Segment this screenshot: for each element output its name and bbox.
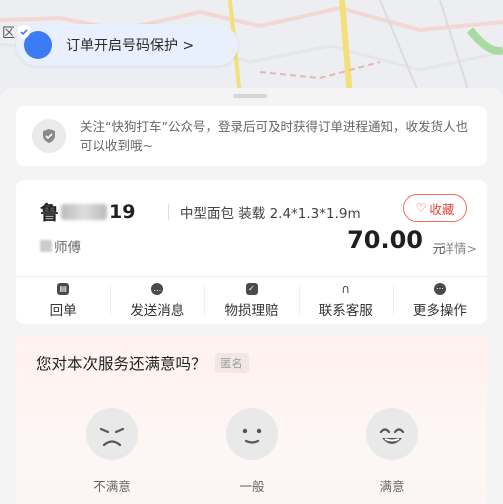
- survey-question: 您对本次服务还满意吗？ 匿名: [36, 352, 249, 374]
- driver-surname-redacted: [40, 240, 52, 252]
- action-more[interactable]: ⋯ 更多操作: [392, 277, 487, 324]
- neutral-face-icon[interactable]: [226, 408, 278, 460]
- action-send-message[interactable]: … 发送消息: [110, 277, 204, 324]
- action-label: 更多操作: [412, 302, 467, 319]
- divider: [168, 204, 169, 220]
- action-receipt[interactable]: ▤ 回单: [16, 277, 110, 324]
- collect-button[interactable]: ♡ 收藏: [403, 194, 467, 222]
- collect-label: 收藏: [429, 201, 455, 217]
- headset-icon: ∩: [341, 281, 351, 296]
- action-label: 回单: [49, 302, 77, 319]
- option-satisfied-label: 满意: [379, 479, 405, 494]
- order-card: 鲁 19 中型面包 装载 2.4*1.3*1.9m ♡ 收藏 师傅 70.00 …: [16, 180, 487, 324]
- order-sheet: 关注“快狗打车”公众号，登录后可及时获得订单进程通知，收发货人也可以收到哦~ 鲁…: [0, 88, 503, 504]
- shield-check-icon: [18, 25, 52, 59]
- follow-notice-card[interactable]: 关注“快狗打车”公众号，登录后可及时获得订单进程通知，收发货人也可以收到哦~: [16, 106, 487, 166]
- plate-suffix: 19: [109, 200, 136, 223]
- survey-question-text: 您对本次服务还满意吗？: [36, 355, 207, 373]
- receipt-icon: ▤: [57, 282, 70, 295]
- price-amount: 70.00: [347, 226, 423, 254]
- number-protection-text: 订单开启号码保护 >: [66, 38, 195, 54]
- notice-text: 关注“快狗打车”公众号，登录后可及时获得订单进程通知，收发货人也可以收到哦~: [80, 119, 468, 153]
- license-plate: 鲁 19: [40, 198, 135, 225]
- vehicle-info: 中型面包 装载 2.4*1.3*1.9m: [180, 206, 361, 222]
- action-customer-service[interactable]: ∩ 联系客服: [298, 277, 393, 324]
- action-label: 联系客服: [318, 302, 373, 319]
- driver-title: 师傅: [54, 240, 81, 256]
- action-damage-claim[interactable]: ✓ 物损理赔: [204, 277, 298, 324]
- satisfaction-survey: 您对本次服务还满意吗？ 匿名 不满意 一般 满意: [16, 336, 487, 504]
- plate-redacted: [61, 203, 108, 220]
- driver-name: 师傅: [40, 236, 81, 256]
- angry-face-icon[interactable]: [86, 408, 138, 460]
- action-label: 发送消息: [130, 302, 185, 319]
- action-bar: ▤ 回单 … 发送消息 ✓ 物损理赔 ∩ 联系客服 ⋯ 更多操作: [16, 277, 487, 324]
- price-detail-link[interactable]: 详情>: [442, 238, 477, 257]
- action-label: 物损理赔: [224, 302, 279, 319]
- map-view[interactable]: 区 订单开启号码保护 >: [0, 0, 503, 96]
- message-icon: …: [151, 282, 164, 295]
- heart-plus-icon: ♡: [415, 201, 427, 215]
- sheet-drag-handle[interactable]: [233, 94, 267, 98]
- option-neutral-label: 一般: [239, 479, 265, 494]
- plate-prefix: 鲁: [40, 202, 60, 224]
- more-icon: ⋯: [433, 282, 446, 295]
- option-dissatisfied-label: 不满意: [93, 479, 131, 494]
- shield-icon: ✓: [245, 282, 258, 295]
- number-protection-banner[interactable]: 订单开启号码保护 >: [16, 24, 238, 66]
- map-district-label: 区: [2, 26, 16, 41]
- anonymous-tag: 匿名: [214, 353, 249, 373]
- shield-icon: [32, 119, 66, 153]
- happy-face-icon[interactable]: [366, 408, 418, 460]
